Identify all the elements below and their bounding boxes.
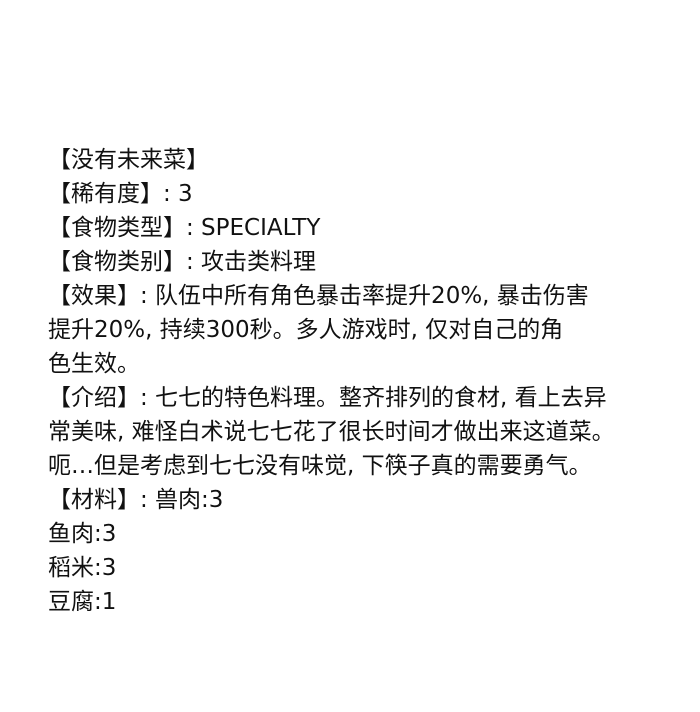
ingredient-line-1: 【材料】: 兽肉:3	[48, 487, 224, 513]
effect-line-2: 提升20%, 持续300秒。多人游戏时, 仅对自己的角	[48, 317, 564, 343]
dish-title: 【没有未来菜】	[48, 147, 209, 173]
description-line-2: 常美味, 难怪白术说七七花了很长时间才做出来这道菜。	[48, 419, 615, 445]
ingredient-line-3: 稻米:3	[48, 555, 117, 581]
ingredient-line-2: 鱼肉:3	[48, 521, 117, 547]
ingredient-line-4: 豆腐:1	[48, 589, 117, 615]
food-category-line: 【食物类别】: 攻击类料理	[48, 249, 317, 275]
recipe-document: 【没有未来菜】 【稀有度】: 3 【食物类型】: SPECIALTY 【食物类别…	[48, 143, 688, 619]
effect-line-1: 【效果】: 队伍中所有角色暴击率提升20%, 暴击伤害	[48, 283, 589, 309]
description-line-1: 【介绍】: 七七的特色料理。整齐排列的食材, 看上去异	[48, 385, 607, 411]
food-type-line: 【食物类型】: SPECIALTY	[48, 215, 321, 241]
description-line-3: 呃…但是考虑到七七没有味觉, 下筷子真的需要勇气。	[48, 453, 592, 479]
rarity-line: 【稀有度】: 3	[48, 181, 193, 207]
effect-line-3: 色生效。	[48, 351, 140, 377]
